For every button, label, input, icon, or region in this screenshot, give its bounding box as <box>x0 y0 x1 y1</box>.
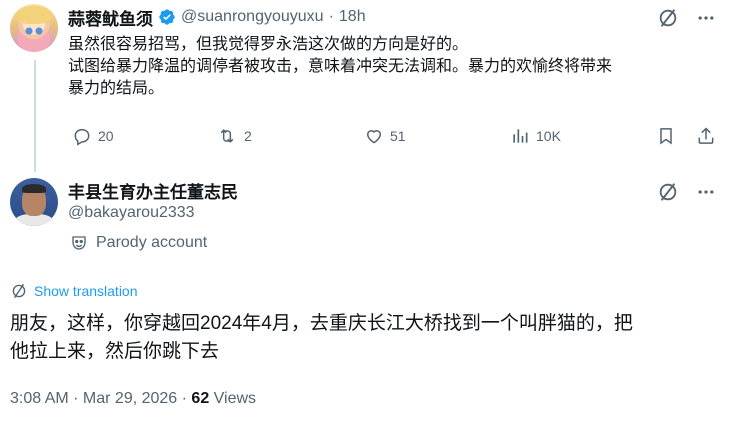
main-avatar[interactable] <box>10 178 58 226</box>
like-count: 51 <box>390 128 406 144</box>
parent-action-bar: 20 2 51 10K <box>60 124 728 148</box>
tweet-timestamp[interactable]: 3:08 AM · Mar 29, 2026 · <box>10 390 191 407</box>
translate-icon <box>12 283 26 299</box>
more-icon[interactable] <box>694 180 718 204</box>
tweet-meta: 3:08 AM · Mar 29, 2026 · 62 Views <box>10 390 256 408</box>
parent-tweet[interactable]: 蒜蓉鱿鱼须 @suanrongyouyuxu · 18h 虽然很容易招骂，但我觉… <box>0 0 738 164</box>
repost-count: 2 <box>244 128 252 144</box>
main-tweet: 丰县生育办主任董志民 @bakayarou2333 Parody account… <box>0 164 738 421</box>
repost-icon <box>220 129 234 143</box>
parent-timestamp[interactable]: 18h <box>339 8 366 26</box>
reply-icon <box>74 129 90 146</box>
parody-mask-icon <box>72 236 86 250</box>
share-button[interactable] <box>696 126 716 146</box>
parent-text-line: 虽然很容易招骂，但我觉得罗永浩这次做的方向是好的。 <box>68 36 469 53</box>
share-icon <box>698 127 714 144</box>
verified-badge-icon[interactable] <box>158 8 176 26</box>
parent-avatar[interactable] <box>10 4 58 52</box>
main-handle[interactable]: @bakayarou2333 <box>68 204 195 222</box>
grok-icon[interactable] <box>656 180 680 204</box>
views-icon <box>513 129 528 143</box>
parent-display-name[interactable]: 蒜蓉鱿鱼须 <box>68 5 153 30</box>
like-icon <box>366 130 382 144</box>
parent-top-actions <box>656 6 718 30</box>
show-translation-label[interactable]: Show translation <box>34 283 138 299</box>
main-text-line: 他拉上来，然后你跳下去 <box>10 341 220 362</box>
show-translation-link[interactable]: Show translation <box>10 282 138 300</box>
reply-count: 20 <box>98 128 114 144</box>
parent-tweet-header: 蒜蓉鱿鱼须 @suanrongyouyuxu · 18h <box>68 5 366 29</box>
main-top-actions <box>656 180 718 204</box>
bookmark-button[interactable] <box>656 126 676 146</box>
parent-text-line: 试图给暴力降温的调停者被攻击，意味着冲突无法调和。暴力的欢愉终将带来 <box>68 58 613 75</box>
more-icon[interactable] <box>694 6 718 30</box>
views-count: 10K <box>536 128 561 144</box>
grok-icon[interactable] <box>656 6 680 30</box>
views-total: 62 <box>191 390 210 407</box>
main-display-name[interactable]: 丰县生育办主任董志民 <box>68 178 238 203</box>
parody-label-text: Parody account <box>96 234 208 251</box>
bookmark-icon <box>660 128 672 145</box>
main-text-line: 朋友，这样，你穿越回2024年4月，去重庆长江大桥找到一个叫胖猫的，把 <box>10 313 633 334</box>
reply-button[interactable]: 20 <box>72 126 114 146</box>
views-label: Views <box>209 390 257 407</box>
parent-handle[interactable]: @suanrongyouyuxu <box>181 8 324 26</box>
parent-text-line: 暴力的结局。 <box>68 80 165 97</box>
main-tweet-text: 朋友，这样，你穿越回2024年4月，去重庆长江大桥找到一个叫胖猫的，把 他拉上来… <box>10 310 730 366</box>
repost-button[interactable]: 2 <box>216 126 252 146</box>
avatar-hair-shape <box>22 184 46 193</box>
like-button[interactable]: 51 <box>364 126 406 146</box>
views-button[interactable]: 10K <box>510 126 561 146</box>
parody-label: Parody account <box>70 234 207 252</box>
separator-dot: · <box>328 8 334 25</box>
parent-tweet-text: 虽然很容易招骂，但我觉得罗永浩这次做的方向是好的。 试图给暴力降温的调停者被攻击… <box>68 34 718 100</box>
